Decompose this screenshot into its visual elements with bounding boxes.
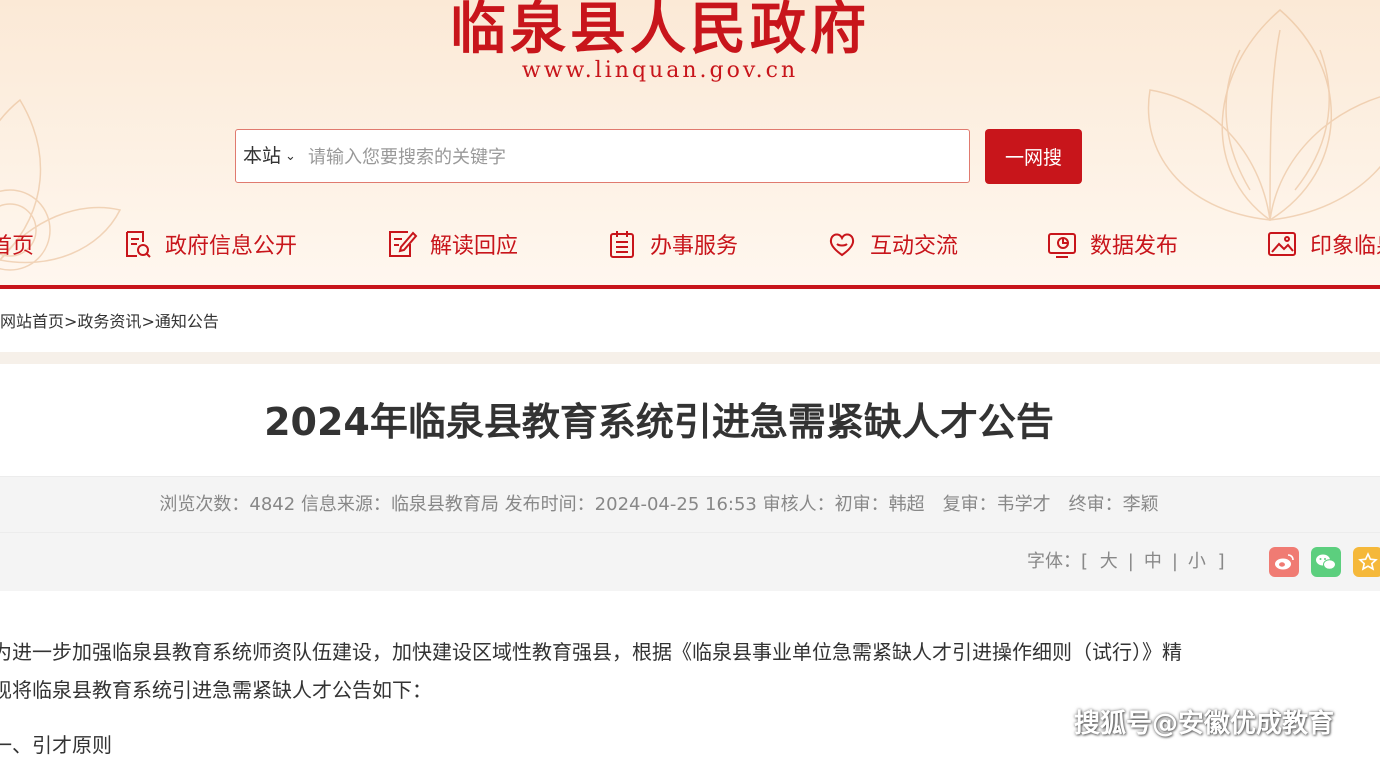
nav-item-label: 互动交流 xyxy=(870,234,959,259)
nav-item-home[interactable]: 首页 xyxy=(0,222,34,266)
nav-item-label: 政府信息公开 xyxy=(165,234,298,259)
header-divider xyxy=(0,285,1380,289)
favorite-button[interactable] xyxy=(1353,547,1380,577)
breadcrumb-home-link[interactable]: 网站首页 xyxy=(0,312,64,331)
publish-date: 2024-04-25 16:53 xyxy=(594,494,757,515)
nav-item-interpretation[interactable]: 解读回应 xyxy=(386,222,518,266)
site-title: 临泉县人民政府 xyxy=(450,0,870,62)
source-watermark: 搜狐号@安徽优成教育 xyxy=(1074,709,1335,739)
breadcrumb-separator: > xyxy=(141,312,155,331)
nav-item-data[interactable]: 数据发布 xyxy=(1046,222,1178,266)
share-weibo-button[interactable] xyxy=(1269,547,1299,577)
article-meta: 浏览次数：4842 信息来源：临泉县教育局 发布时间：2024-04-25 16… xyxy=(0,477,1318,533)
search-box: 本站 ⌄ xyxy=(235,129,970,183)
views-count: 4842 xyxy=(249,494,296,515)
nav-item-label: 解读回应 xyxy=(430,234,519,259)
document-icon xyxy=(126,231,151,258)
nav-item-impression[interactable]: 印象临泉 xyxy=(1266,222,1380,266)
source-value: 临泉县教育局 xyxy=(390,494,499,515)
article-meta-bar: 浏览次数：4842 信息来源：临泉县教育局 发布时间：2024-04-25 16… xyxy=(0,476,1380,533)
search-scope-label: 本站 xyxy=(243,145,282,167)
font-size-small-button[interactable]: 小 xyxy=(1182,551,1212,572)
nav-item-label: 数据发布 xyxy=(1090,234,1179,259)
divider: | xyxy=(1171,551,1178,572)
article-body: 为进一步加强临泉县教育系统师资队伍建设，加快建设区域性教育强县，根据《临泉县事业… xyxy=(0,633,1372,709)
font-size-medium-button[interactable]: 中 xyxy=(1138,551,1168,572)
weibo-icon xyxy=(1275,554,1294,570)
content-band xyxy=(0,352,1380,364)
bracket-close: ] xyxy=(1217,551,1225,572)
calendar-icon xyxy=(610,231,634,258)
edit-icon xyxy=(389,231,418,257)
site-header: 临泉县人民政府 www.linquan.gov.cn 本站⌄ 一网搜 首页 政府… xyxy=(0,0,1380,286)
divider: | xyxy=(1127,551,1134,572)
source-label: 信息来源： xyxy=(300,494,391,515)
breadcrumb-separator: > xyxy=(64,312,78,331)
nav-item-gov-info[interactable]: 政府信息公开 xyxy=(121,222,297,266)
article-paragraph: 为进一步加强临泉县教育系统师资队伍建设，加快建设区域性教育强县，根据《临泉县事业… xyxy=(0,640,1182,664)
heart-chat-icon xyxy=(829,233,855,257)
first-reviewer: 初审：韩超 xyxy=(834,494,925,515)
nav-item-label: 首页 xyxy=(0,234,35,259)
chart-screen-icon xyxy=(1048,233,1076,258)
views-label: 浏览次数： xyxy=(159,494,250,515)
chevron-down-icon: ⌄ xyxy=(285,149,296,164)
nav-item-label: 印象临泉 xyxy=(1310,234,1380,259)
font-size-label: 字体： xyxy=(1027,551,1081,572)
breadcrumb-notice-link[interactable]: 通知公告 xyxy=(155,312,219,331)
star-icon xyxy=(1358,552,1378,571)
search-scope-select[interactable]: 本站 ⌄ xyxy=(243,130,296,182)
search-button[interactable]: 一网搜 xyxy=(985,129,1082,184)
second-reviewer: 复审：韦学才 xyxy=(942,494,1051,515)
wechat-icon xyxy=(1316,554,1336,570)
date-label: 发布时间： xyxy=(504,494,595,515)
final-reviewer: 终审：李颖 xyxy=(1068,494,1159,515)
search-input[interactable] xyxy=(306,136,950,178)
breadcrumb: 网站首页>政务资讯>通知公告 xyxy=(0,310,219,334)
font-size-large-button[interactable]: 大 xyxy=(1094,551,1124,572)
bracket-open: [ xyxy=(1081,551,1089,572)
article-tool-bar: 字体：[ 大 | 中 | 小 ] xyxy=(0,532,1380,591)
article-title: 2024年临泉县教育系统引进急需紧缺人才公告 xyxy=(264,400,1054,444)
site-url: www.linquan.gov.cn xyxy=(521,58,799,83)
reviewer-label: 审核人： xyxy=(762,494,835,515)
breadcrumb-news-link[interactable]: 政务资讯 xyxy=(77,312,141,331)
font-size-control: 字体：[ 大 | 中 | 小 ] xyxy=(1027,533,1225,591)
nav-item-label: 办事服务 xyxy=(650,234,739,259)
lotus-decoration-right xyxy=(1147,9,1380,221)
section-heading: 一、引才原则 xyxy=(0,733,112,757)
image-icon xyxy=(1268,232,1296,256)
nav-item-services[interactable]: 办事服务 xyxy=(606,222,738,266)
share-wechat-button[interactable] xyxy=(1311,547,1341,577)
nav-item-interaction[interactable]: 互动交流 xyxy=(826,222,958,266)
